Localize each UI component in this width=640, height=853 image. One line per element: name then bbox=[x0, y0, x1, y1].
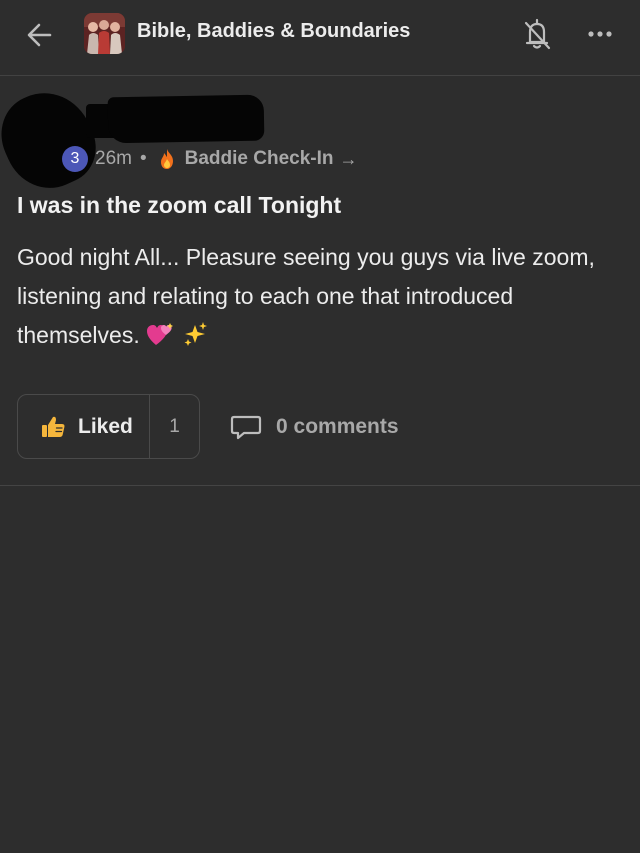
level-badge: 3 bbox=[62, 146, 88, 172]
bell-off-icon bbox=[524, 18, 551, 50]
like-button[interactable]: Liked bbox=[18, 395, 150, 458]
redaction-mark bbox=[107, 94, 265, 144]
more-options-button[interactable] bbox=[584, 22, 618, 46]
comments-button[interactable]: 0 comments bbox=[230, 410, 399, 444]
category-label: Baddie Check-In bbox=[184, 148, 334, 169]
meta-separator: • bbox=[139, 148, 147, 169]
arrow-left-icon bbox=[27, 23, 52, 47]
fire-icon bbox=[160, 149, 173, 169]
post-title[interactable]: I was in the zoom call Tonight bbox=[17, 192, 341, 219]
comments-label: 0 comments bbox=[276, 415, 399, 438]
post-body: Good night All... Pleasure seeing you gu… bbox=[17, 238, 617, 355]
like-label: Liked bbox=[78, 414, 133, 438]
category-link[interactable]: Baddie Check-In → bbox=[155, 147, 358, 171]
back-button[interactable] bbox=[22, 18, 58, 52]
group-avatar[interactable] bbox=[84, 13, 125, 54]
like-control: Liked 1 bbox=[17, 394, 200, 459]
group-title[interactable]: Bible, Baddies & Boundaries bbox=[137, 20, 410, 43]
arrow-right-icon: → bbox=[339, 148, 358, 169]
notifications-button[interactable] bbox=[520, 17, 554, 53]
sparkles-emoji bbox=[184, 322, 207, 346]
two-hearts-emoji bbox=[147, 323, 174, 345]
like-count[interactable]: 1 bbox=[150, 395, 199, 458]
redaction-mark bbox=[0, 78, 108, 202]
divider bbox=[0, 485, 640, 486]
comment-bubble-icon bbox=[230, 415, 262, 440]
thumbs-up-icon bbox=[42, 416, 65, 437]
post-meta: 26m • Baddie Check-In → bbox=[95, 147, 358, 171]
post-body-text: Good night All... Pleasure seeing you gu… bbox=[17, 244, 595, 348]
more-horizontal-icon bbox=[588, 31, 612, 37]
post-time: 26m bbox=[95, 148, 132, 169]
top-bar: Bible, Baddies & Boundaries bbox=[0, 0, 640, 76]
